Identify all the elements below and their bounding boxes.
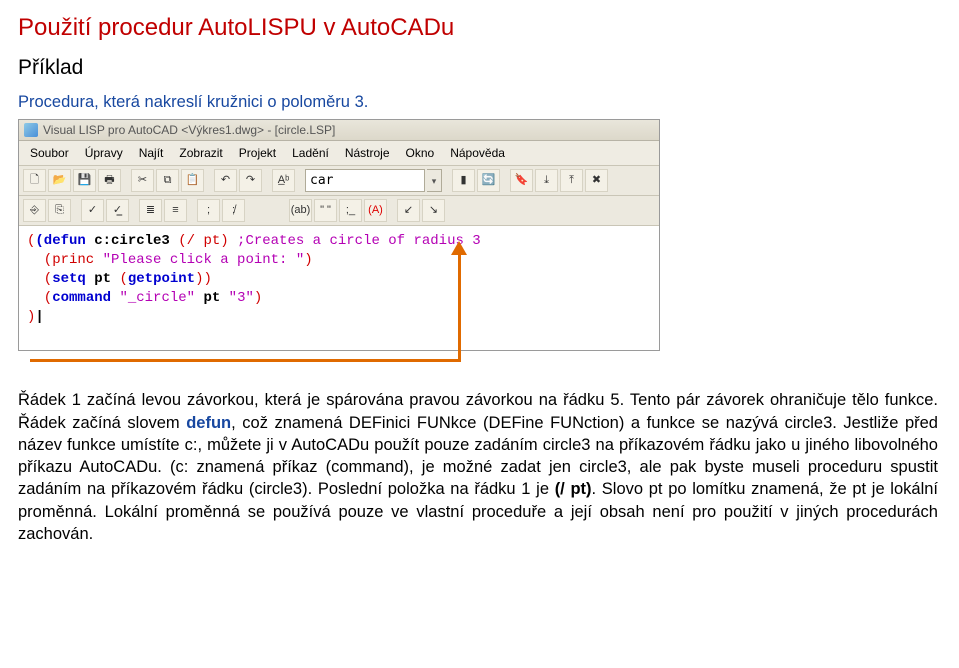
complete-word-icon[interactable]: A̲ᵇ	[272, 169, 295, 192]
window-title: Visual LISP pro AutoCAD <Výkres1.dwg> - …	[43, 122, 335, 138]
keyword-pt: (/ pt)	[555, 480, 592, 498]
explanation-paragraph: Řádek 1 začíná levou závorkou, která je …	[18, 389, 938, 545]
redo-icon[interactable]: ↷	[239, 169, 262, 192]
bookmark-prev-icon[interactable]: ⤒	[560, 169, 583, 192]
symbol-service-icon[interactable]: ;_	[339, 199, 362, 222]
code-line-2: (princ "Please click a point: ")	[27, 251, 651, 270]
save-icon[interactable]: 💾	[73, 169, 96, 192]
inspect-icon[interactable]: (ab)	[289, 199, 312, 222]
keyword-defun: defun	[186, 414, 231, 432]
toolbar-main: 🗋 📂 💾 🖶 ✂ ⧉ 📋 ↶ ↷ A̲ᵇ car ▾ ▮ 🔄 🔖 ⤓ ⤒ ✖	[19, 166, 659, 196]
load-active-icon[interactable]: ⎆	[23, 199, 46, 222]
menu-najit[interactable]: Najít	[132, 143, 171, 163]
format-edit-icon[interactable]: ≣	[139, 199, 162, 222]
menu-okno[interactable]: Okno	[399, 143, 442, 163]
bookmark-clear-icon[interactable]: ✖	[585, 169, 608, 192]
format-selection-icon[interactable]: ≡	[164, 199, 187, 222]
check-edit-icon[interactable]: ✓	[81, 199, 104, 222]
uncomment-block-icon[interactable]: ;̸	[222, 199, 245, 222]
code-editor[interactable]: ((defun c:circle3 (/ pt) ;Creates a circ…	[19, 226, 659, 350]
apropos-icon[interactable]: (A)	[364, 199, 387, 222]
code-line-3: (setq pt (getpoint))	[27, 270, 651, 289]
menu-zobrazit[interactable]: Zobrazit	[172, 143, 229, 163]
menu-projekt[interactable]: Projekt	[232, 143, 283, 163]
menu-ladeni[interactable]: Ladění	[285, 143, 336, 163]
toolbar-lisp: ⎆ ⎘ ✓ ✓̲ ≣ ≡ ; ;̸ (ab) " " ;_ (A) ↙ ↘	[19, 196, 659, 226]
bookmark-next-icon[interactable]: ⤓	[535, 169, 558, 192]
load-selection-icon[interactable]: ⎘	[48, 199, 71, 222]
menubar: Soubor Úpravy Najít Zobrazit Projekt Lad…	[19, 141, 659, 166]
paste-icon[interactable]: 📋	[181, 169, 204, 192]
bookmark-toggle-icon[interactable]: 🔖	[510, 169, 533, 192]
app-icon	[24, 123, 38, 137]
menu-nastroje[interactable]: Nástroje	[338, 143, 397, 163]
check-selection-icon[interactable]: ✓̲	[106, 199, 129, 222]
new-icon[interactable]: 🗋	[23, 169, 46, 192]
code-line-1: ((defun c:circle3 (/ pt) ;Creates a circ…	[27, 232, 651, 251]
open-icon[interactable]: 📂	[48, 169, 71, 192]
undo-icon[interactable]: ↶	[214, 169, 237, 192]
code-line-5: )|	[27, 308, 651, 327]
trace-icon[interactable]: " "	[314, 199, 337, 222]
menu-soubor[interactable]: Soubor	[23, 143, 76, 163]
titlebar: Visual LISP pro AutoCAD <Výkres1.dwg> - …	[19, 120, 659, 141]
example-heading: Příklad	[18, 54, 941, 82]
replace-icon[interactable]: 🔄	[477, 169, 500, 192]
comment-block-icon[interactable]: ;	[197, 199, 220, 222]
cut-icon[interactable]: ✂	[131, 169, 154, 192]
find-input[interactable]: car	[305, 169, 425, 192]
page-title: Použití procedur AutoLISPU v AutoCADu	[18, 12, 941, 44]
print-icon[interactable]: 🖶	[98, 169, 121, 192]
find-dropdown-icon[interactable]: ▾	[427, 169, 442, 192]
menu-napoveda[interactable]: Nápověda	[443, 143, 512, 163]
menu-upravy[interactable]: Úpravy	[78, 143, 130, 163]
activate-acad-icon[interactable]: ↙	[397, 199, 420, 222]
copy-icon[interactable]: ⧉	[156, 169, 179, 192]
code-line-4: (command "_circle" pt "3")	[27, 289, 651, 308]
vlisp-window: Visual LISP pro AutoCAD <Výkres1.dwg> - …	[18, 119, 660, 351]
intro-text: Procedura, která nakreslí kružnici o pol…	[18, 91, 941, 113]
annotation-arrow	[18, 351, 658, 387]
find-icon[interactable]: ▮	[452, 169, 475, 192]
lisp-console-icon[interactable]: ↘	[422, 199, 445, 222]
